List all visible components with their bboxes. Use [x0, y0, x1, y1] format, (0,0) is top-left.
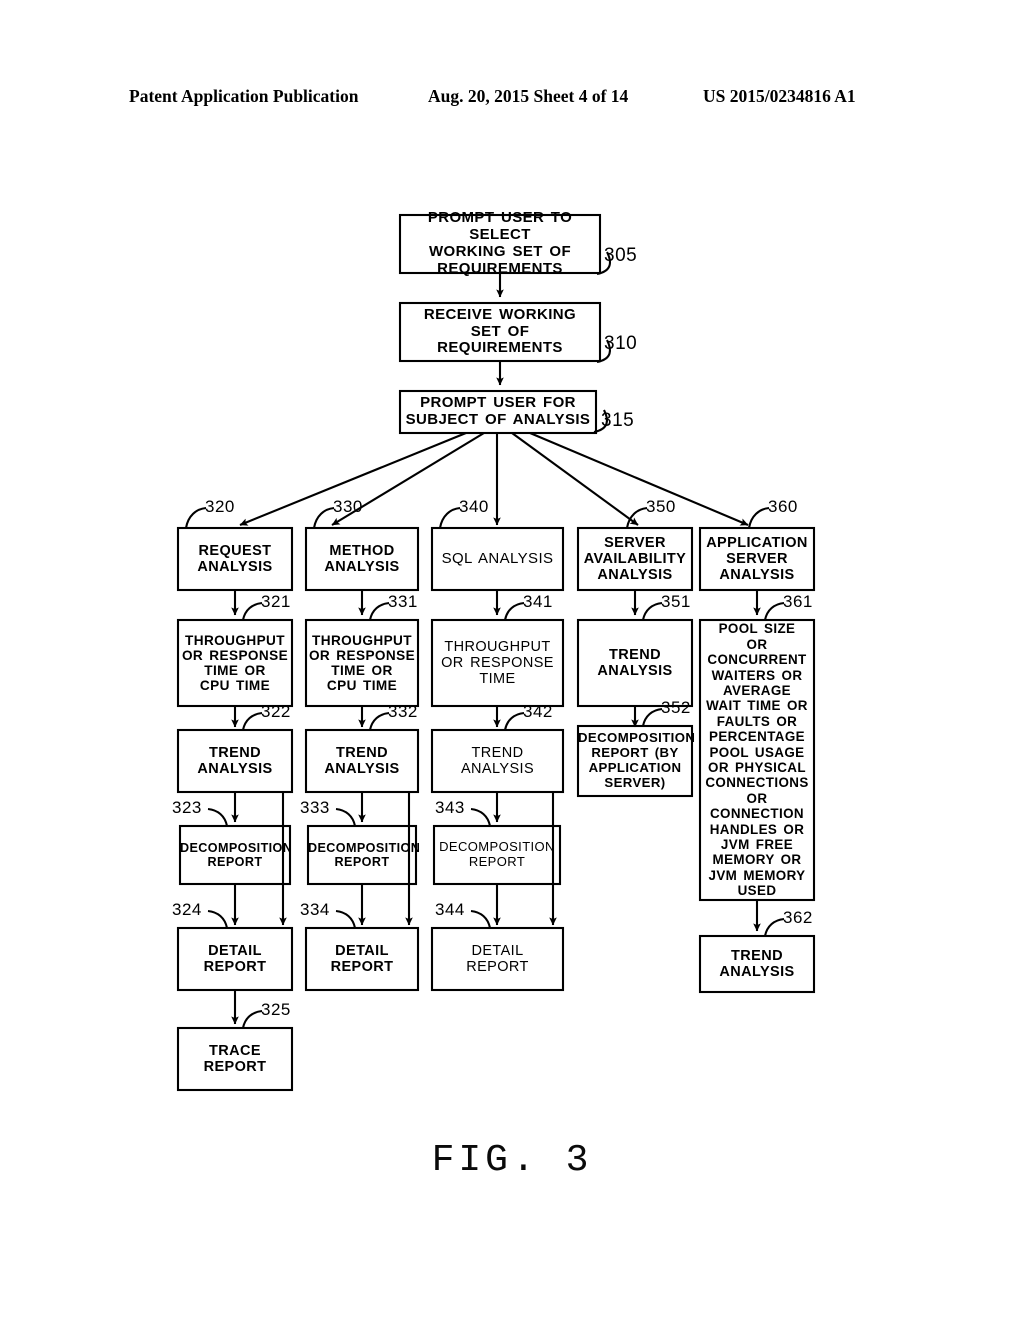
ref-352: 352 [661, 698, 691, 717]
leader-322 [241, 711, 263, 731]
leader-323 [207, 807, 229, 827]
leader-361 [763, 601, 785, 621]
box-323 [178, 824, 292, 886]
box-305 [398, 213, 602, 275]
ref-361: 361 [783, 592, 813, 611]
box-334 [304, 926, 420, 992]
ref-343: 343 [435, 798, 465, 817]
leader-360 [747, 506, 770, 529]
box-343 [432, 824, 562, 886]
ref-342: 342 [523, 702, 553, 721]
leader-333 [335, 807, 357, 827]
box-352 [576, 724, 694, 798]
box-360 [698, 526, 816, 592]
leader-344 [470, 909, 492, 929]
ref-362: 362 [783, 908, 813, 927]
box-342 [430, 728, 565, 794]
leader-320 [184, 506, 207, 529]
box-321 [176, 618, 294, 708]
ref-341: 341 [523, 592, 553, 611]
ref-321: 321 [261, 592, 291, 611]
leader-321 [241, 601, 263, 621]
ref-334: 334 [300, 900, 330, 919]
box-315 [398, 389, 598, 435]
ref-351: 351 [661, 592, 691, 611]
ref-331: 331 [388, 592, 418, 611]
leader-330 [312, 506, 335, 529]
box-350 [576, 526, 694, 592]
ref-344: 344 [435, 900, 465, 919]
leader-352 [641, 707, 663, 727]
leader-342 [503, 711, 525, 731]
box-361 [698, 618, 816, 902]
box-333 [306, 824, 418, 886]
box-332 [304, 728, 420, 794]
ref-315: 315 [601, 410, 635, 431]
leader-340 [438, 506, 461, 529]
leader-343 [470, 807, 492, 827]
patent-figure-page: Patent Application Publication Aug. 20, … [0, 0, 1024, 1320]
box-344 [430, 926, 565, 992]
box-310 [398, 301, 602, 363]
ref-324: 324 [172, 900, 202, 919]
leader-334 [335, 909, 357, 929]
box-330 [304, 526, 420, 592]
ref-360: 360 [768, 497, 798, 516]
box-320 [176, 526, 294, 592]
box-341 [430, 618, 565, 708]
leader-341 [503, 601, 525, 621]
box-324 [176, 926, 294, 992]
ref-350: 350 [646, 497, 676, 516]
figure-caption: FIG. 3 [431, 1139, 593, 1182]
box-325 [176, 1026, 294, 1092]
ref-323: 323 [172, 798, 202, 817]
ref-332: 332 [388, 702, 418, 721]
ref-305: 305 [604, 245, 638, 266]
box-351 [576, 618, 694, 708]
leader-324 [207, 909, 229, 929]
box-340 [430, 526, 565, 592]
ref-322: 322 [261, 702, 291, 721]
leader-332 [368, 711, 390, 731]
box-322 [176, 728, 294, 794]
leader-351 [641, 601, 663, 621]
ref-340: 340 [459, 497, 489, 516]
ref-333: 333 [300, 798, 330, 817]
ref-330: 330 [333, 497, 363, 516]
ref-320: 320 [205, 497, 235, 516]
ref-310: 310 [604, 333, 638, 354]
ref-325: 325 [261, 1000, 291, 1019]
box-331 [304, 618, 420, 708]
box-362 [698, 934, 816, 994]
leader-362 [763, 917, 785, 937]
connector-315-350 [511, 432, 639, 526]
leader-331 [368, 601, 390, 621]
flowchart-graphics [176, 213, 816, 1092]
leader-325 [241, 1009, 263, 1029]
